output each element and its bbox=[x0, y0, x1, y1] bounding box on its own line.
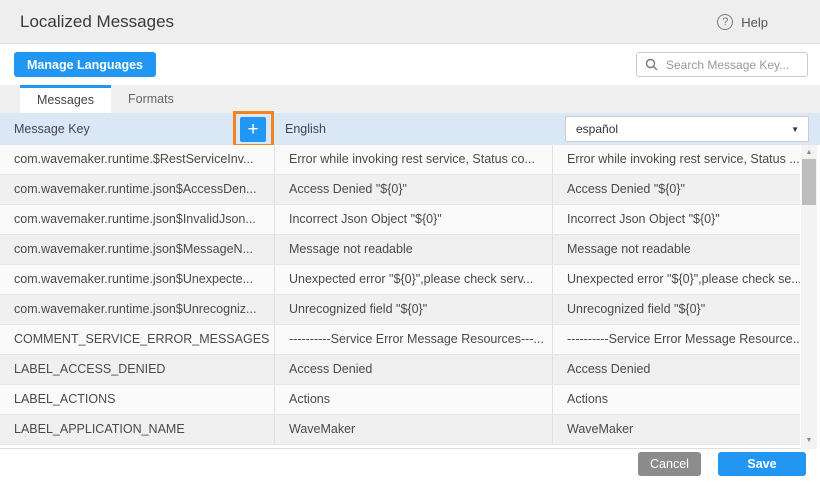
help-icon: ? bbox=[717, 14, 733, 30]
cancel-button[interactable]: Cancel bbox=[638, 452, 701, 476]
help-link[interactable]: ? Help bbox=[717, 0, 768, 44]
message-key-cell[interactable]: LABEL_APPLICATION_NAME bbox=[0, 415, 275, 444]
message-key-cell[interactable]: LABEL_ACTIONS bbox=[0, 385, 275, 414]
tab-bar: Messages Formats bbox=[0, 85, 820, 113]
table-row[interactable]: LABEL_APPLICATION_NAMEWaveMakerWaveMaker bbox=[0, 415, 800, 445]
toolbar: Manage Languages bbox=[0, 45, 820, 85]
english-cell[interactable]: ----------Service Error Message Resource… bbox=[275, 325, 553, 354]
page-title: Localized Messages bbox=[20, 0, 174, 44]
language-select[interactable]: español ▼ bbox=[565, 116, 809, 142]
english-cell[interactable]: Message not readable bbox=[275, 235, 553, 264]
message-key-cell[interactable]: com.wavemaker.runtime.json$MessageN... bbox=[0, 235, 275, 264]
translation-cell[interactable]: ----------Service Error Message Resource… bbox=[553, 325, 800, 354]
english-cell[interactable]: Access Denied bbox=[275, 355, 553, 384]
table-header: Message Key + English español ▼ bbox=[0, 113, 820, 145]
english-cell[interactable]: Error while invoking rest service, Statu… bbox=[275, 145, 553, 174]
search-input[interactable] bbox=[664, 57, 799, 73]
message-key-cell[interactable]: LABEL_ACCESS_DENIED bbox=[0, 355, 275, 384]
table-row[interactable]: com.wavemaker.runtime.json$MessageN...Me… bbox=[0, 235, 800, 265]
dialog-title-bar: Localized Messages ? Help bbox=[0, 0, 820, 44]
english-cell[interactable]: Incorrect Json Object "${0}" bbox=[275, 205, 553, 234]
table-row[interactable]: LABEL_ACCESS_DENIEDAccess DeniedAccess D… bbox=[0, 355, 800, 385]
save-button[interactable]: Save bbox=[718, 452, 806, 476]
table-row[interactable]: com.wavemaker.runtime.json$Unexpecte...U… bbox=[0, 265, 800, 295]
table-row[interactable]: com.wavemaker.runtime.$RestServiceInv...… bbox=[0, 145, 800, 175]
table-body: com.wavemaker.runtime.$RestServiceInv...… bbox=[0, 145, 800, 449]
translation-cell[interactable]: Error while invoking rest service, Statu… bbox=[553, 145, 800, 174]
table-row[interactable]: com.wavemaker.runtime.json$InvalidJson..… bbox=[0, 205, 800, 235]
translation-cell[interactable]: Unexpected error "${0}",please check se.… bbox=[553, 265, 800, 294]
table-row[interactable]: com.wavemaker.runtime.json$AccessDen...A… bbox=[0, 175, 800, 205]
tab-messages[interactable]: Messages bbox=[20, 85, 111, 113]
scroll-down-icon[interactable]: ▼ bbox=[801, 435, 817, 447]
translation-cell[interactable]: Actions bbox=[553, 385, 800, 414]
message-key-cell[interactable]: com.wavemaker.runtime.json$Unrecogniz... bbox=[0, 295, 275, 324]
english-cell[interactable]: Unrecognized field "${0}" bbox=[275, 295, 553, 324]
column-header-message-key: Message Key bbox=[14, 113, 90, 145]
english-cell[interactable]: Unexpected error "${0}",please check ser… bbox=[275, 265, 553, 294]
translation-cell[interactable]: WaveMaker bbox=[553, 415, 800, 444]
column-header-english: English bbox=[285, 113, 326, 145]
scroll-up-icon[interactable]: ▲ bbox=[801, 147, 817, 159]
language-select-value: español bbox=[576, 122, 618, 136]
translation-cell[interactable]: Message not readable bbox=[553, 235, 800, 264]
search-icon bbox=[645, 58, 658, 71]
table-row[interactable]: COMMENT_SERVICE_ERROR_MESSAGES----------… bbox=[0, 325, 800, 355]
translation-cell[interactable]: Access Denied bbox=[553, 355, 800, 384]
help-label: Help bbox=[741, 15, 768, 30]
manage-languages-button[interactable]: Manage Languages bbox=[14, 52, 156, 77]
tab-formats[interactable]: Formats bbox=[111, 85, 191, 113]
chevron-down-icon: ▼ bbox=[791, 125, 799, 134]
dialog-footer: Cancel Save bbox=[0, 450, 820, 490]
message-key-cell[interactable]: com.wavemaker.runtime.json$InvalidJson..… bbox=[0, 205, 275, 234]
english-cell[interactable]: Actions bbox=[275, 385, 553, 414]
table-row[interactable]: LABEL_ACTIONSActionsActions bbox=[0, 385, 800, 415]
message-key-cell[interactable]: com.wavemaker.runtime.json$AccessDen... bbox=[0, 175, 275, 204]
english-cell[interactable]: Access Denied "${0}" bbox=[275, 175, 553, 204]
vertical-scrollbar[interactable]: ▲ ▼ bbox=[801, 145, 817, 449]
search-box bbox=[636, 52, 808, 77]
add-message-key-button[interactable]: + bbox=[240, 117, 266, 142]
translation-cell[interactable]: Unrecognized field "${0}" bbox=[553, 295, 800, 324]
scrollbar-thumb[interactable] bbox=[802, 159, 816, 205]
translation-cell[interactable]: Access Denied "${0}" bbox=[553, 175, 800, 204]
translation-cell[interactable]: Incorrect Json Object "${0}" bbox=[553, 205, 800, 234]
table-row[interactable]: com.wavemaker.runtime.json$Unrecogniz...… bbox=[0, 295, 800, 325]
message-key-cell[interactable]: com.wavemaker.runtime.json$Unexpecte... bbox=[0, 265, 275, 294]
message-key-cell[interactable]: COMMENT_SERVICE_ERROR_MESSAGES bbox=[0, 325, 275, 354]
message-key-cell[interactable]: com.wavemaker.runtime.$RestServiceInv... bbox=[0, 145, 275, 174]
english-cell[interactable]: WaveMaker bbox=[275, 415, 553, 444]
